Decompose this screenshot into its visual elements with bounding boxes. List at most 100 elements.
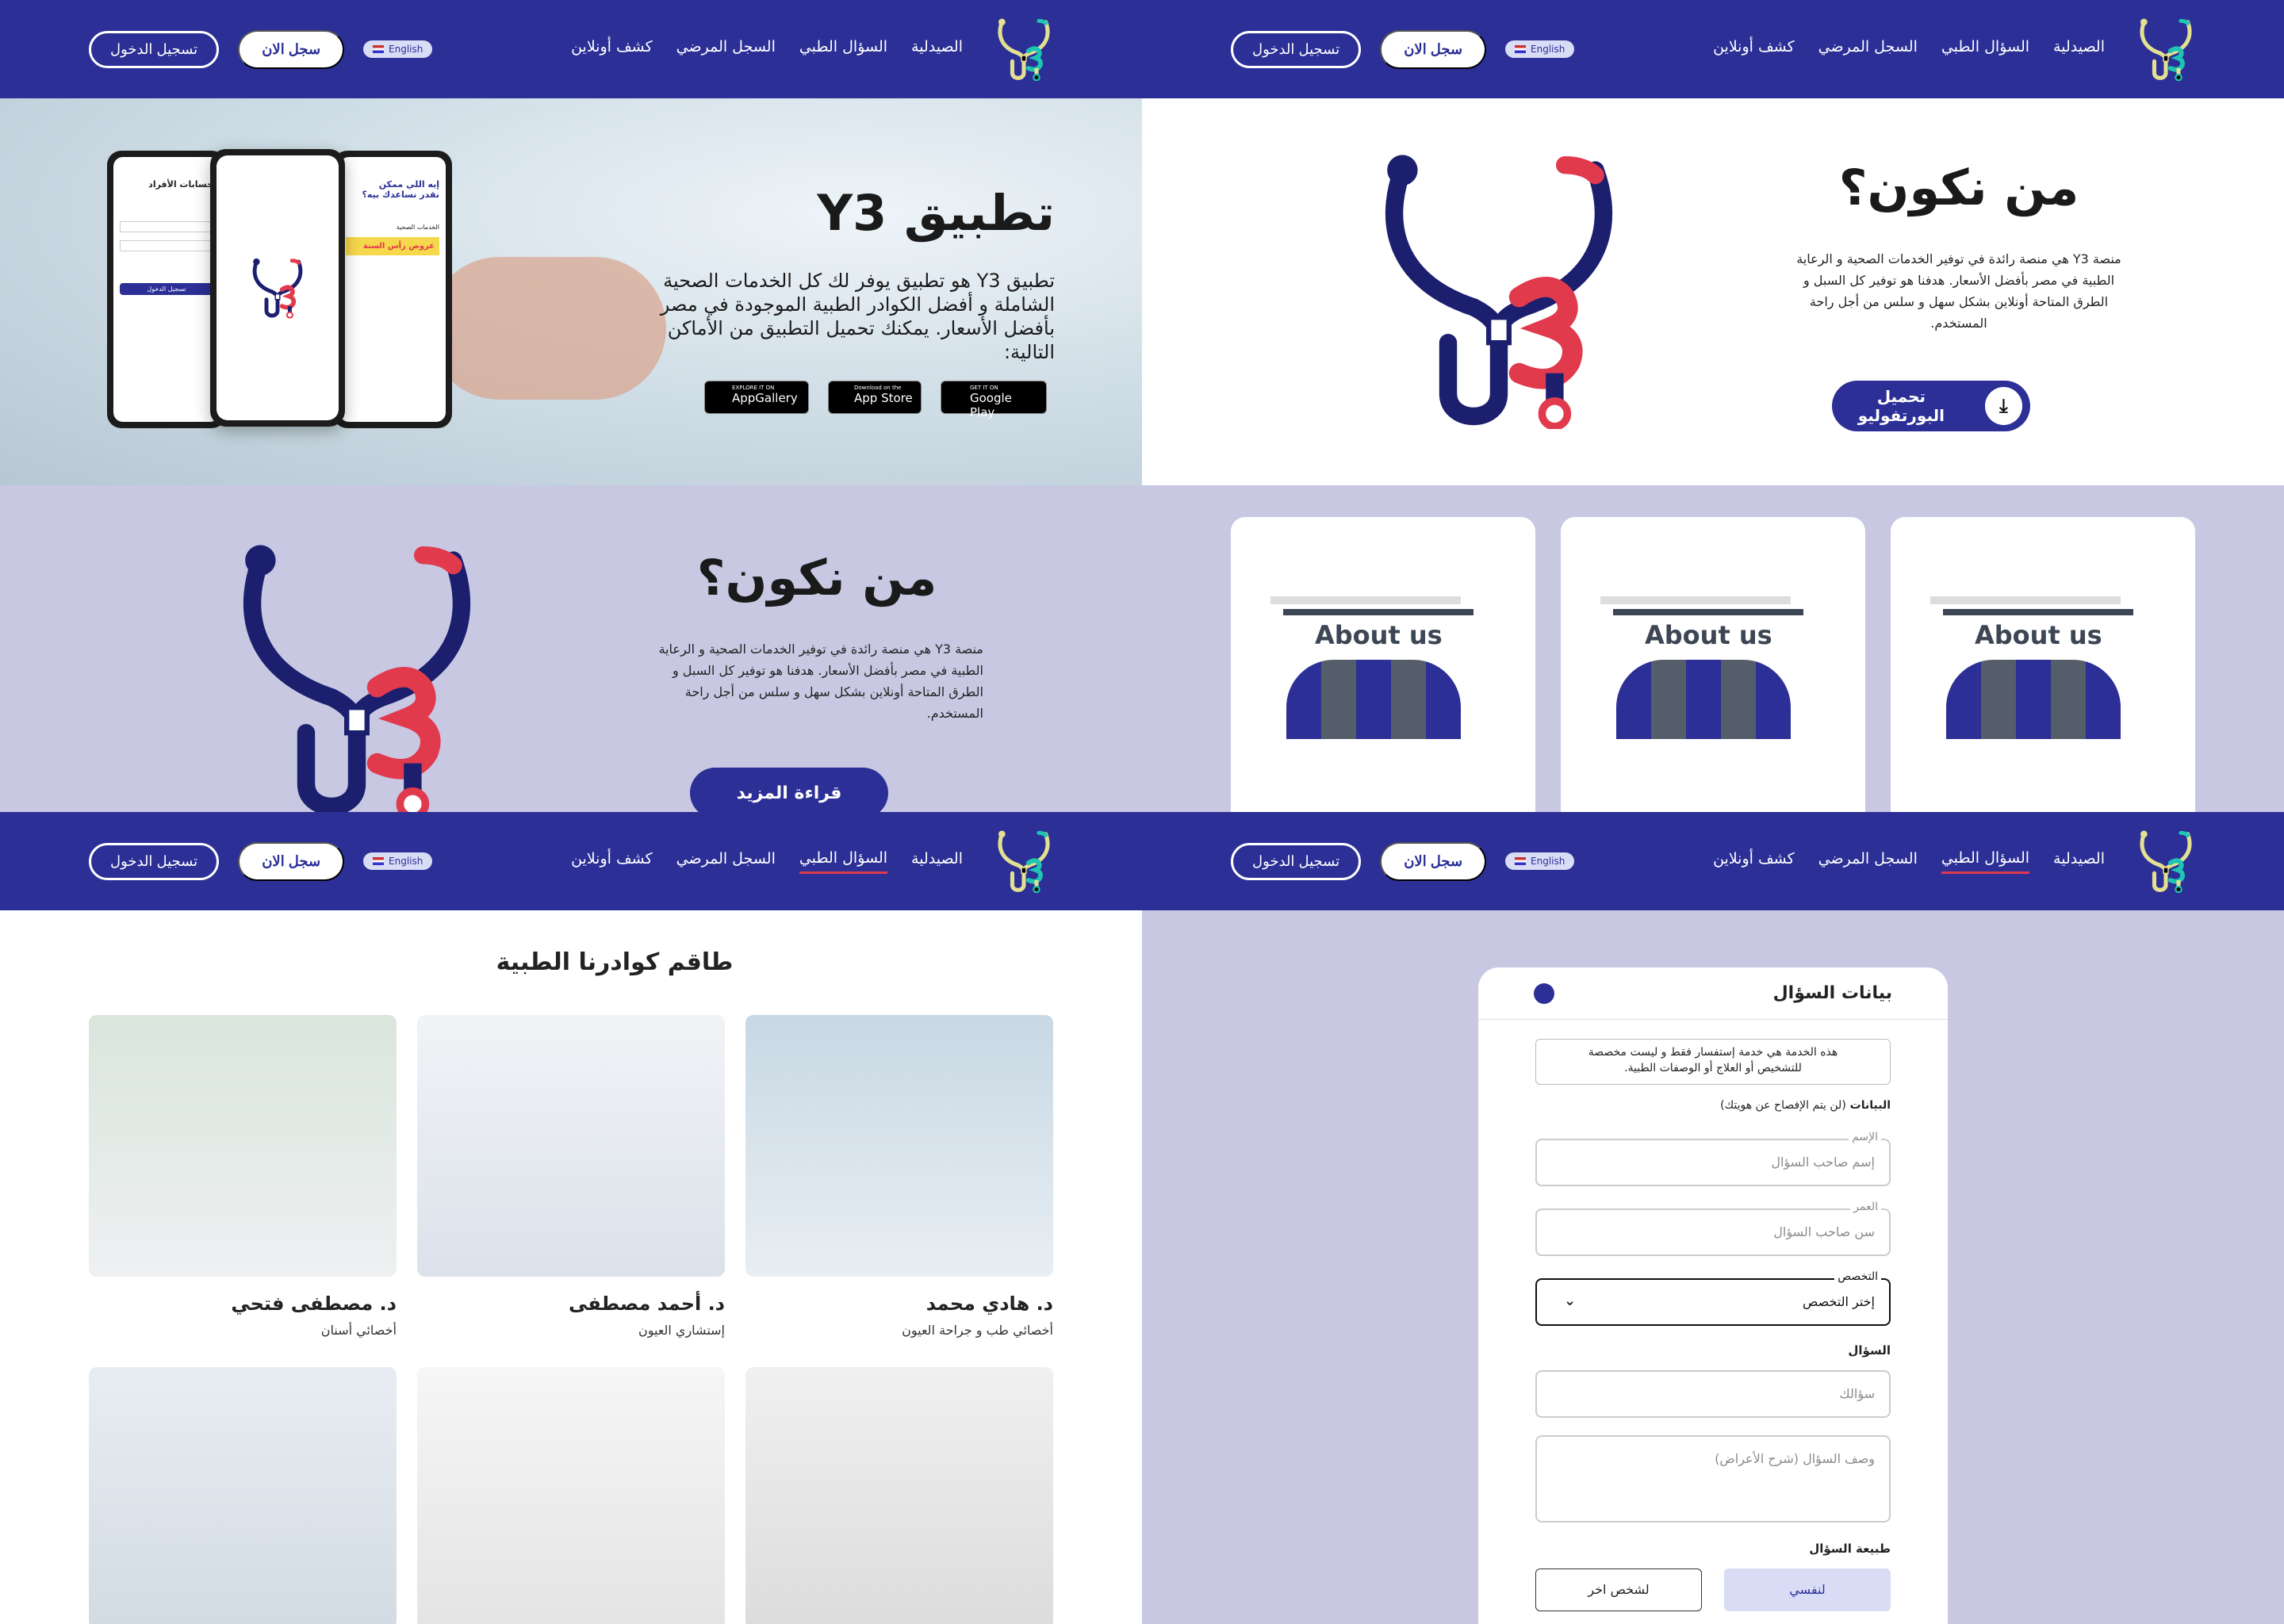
- chevron-down-icon: ⌄: [1564, 1293, 1577, 1309]
- about-card[interactable]: About us: [1231, 517, 1535, 812]
- phone-accounts-title: حسابات الأفراد: [148, 179, 213, 190]
- specialty-label: التخصص: [1834, 1270, 1881, 1283]
- googleplay-badge[interactable]: GET IT ON Google Play: [941, 381, 1047, 419]
- name-input[interactable]: إسم صاحب السؤال: [1535, 1139, 1891, 1186]
- login-button[interactable]: تسجيل الدخول: [1231, 842, 1362, 880]
- register-button[interactable]: سجل الان: [238, 29, 345, 69]
- nav-medical-record[interactable]: السجل المرضي: [1818, 850, 1918, 872]
- logo-icon[interactable]: [2136, 829, 2195, 893]
- option-self[interactable]: لنفسي: [1724, 1568, 1891, 1611]
- nav-online-checkup[interactable]: كشف أونلاين: [1713, 850, 1795, 872]
- nav-medical-record[interactable]: السجل المرضي: [676, 850, 776, 872]
- doctor-photo: [745, 1367, 1053, 1624]
- about-card-title: About us: [1315, 620, 1443, 650]
- doctor-card[interactable]: [89, 1367, 397, 1624]
- download-icon: ⤓: [1984, 387, 2022, 425]
- language-switch[interactable]: English: [1505, 40, 1575, 58]
- doctor-card[interactable]: [745, 1367, 1053, 1624]
- age-input[interactable]: سن صاحب السؤال: [1535, 1208, 1891, 1256]
- data-heading: البيانات (لن يتم الإفصاح عن هويتك): [1720, 1099, 1891, 1112]
- nav-medical-record[interactable]: السجل المرضي: [1818, 38, 1918, 60]
- about-title: من نكون؟: [696, 549, 937, 607]
- specialty-value: إختر التخصص: [1802, 1294, 1875, 1309]
- age-placeholder: سن صاحب السؤال: [1773, 1224, 1875, 1239]
- top-nav: تسجيل الدخول سجل الان English الصيدلية ا…: [1142, 812, 2284, 910]
- login-button[interactable]: تسجيل الدخول: [1231, 30, 1362, 68]
- doctor-name: د. هادي محمد: [925, 1293, 1053, 1315]
- logo-icon[interactable]: [994, 829, 1053, 893]
- phone-center: [210, 149, 345, 427]
- doctor-role: أخصائي أسنان: [320, 1323, 397, 1338]
- register-button[interactable]: سجل الان: [238, 841, 345, 881]
- phone-help-line2: نقدر نساعدك بيه؟: [362, 190, 439, 200]
- phone-promo-banner: عروض رأس السنة: [346, 237, 439, 255]
- nav-medical-record[interactable]: السجل المرضي: [676, 38, 776, 60]
- nav-pharmacy[interactable]: الصيدلية: [2053, 850, 2105, 872]
- top-nav: تسجيل الدخول سجل الان English الصيدلية ا…: [1142, 0, 2284, 98]
- nav-online-checkup[interactable]: كشف أونلاين: [1713, 38, 1795, 60]
- register-button[interactable]: سجل الان: [1380, 29, 1487, 69]
- language-switch[interactable]: English: [363, 852, 433, 870]
- appgallery-badge[interactable]: EXPLORE IT ON AppGallery: [704, 381, 809, 414]
- about-card[interactable]: About us: [1891, 517, 2195, 812]
- nav-pharmacy[interactable]: الصيدلية: [911, 38, 963, 60]
- nav-medical-question[interactable]: السؤال الطبي: [1941, 849, 2030, 874]
- age-label: العمر: [1850, 1201, 1881, 1213]
- doctor-photo: [89, 1015, 397, 1277]
- panel-question-form: تسجيل الدخول سجل الان English الصيدلية ا…: [1142, 812, 2284, 1624]
- nav-online-checkup[interactable]: كشف أونلاين: [571, 38, 653, 60]
- user-icon: [1534, 983, 1554, 1004]
- big-logo-icon: [1372, 143, 1626, 436]
- description-textarea[interactable]: وصف السؤال (شرح الأعراض): [1535, 1435, 1891, 1522]
- about-card-title: About us: [1975, 620, 2102, 650]
- appstore-big: App Store: [854, 391, 913, 405]
- read-more-button[interactable]: قراءة المزيد: [690, 768, 888, 812]
- language-switch[interactable]: English: [1505, 852, 1575, 870]
- doctor-card[interactable]: د. هادي محمد أخصائي طب و جراحة العيون: [745, 1015, 1053, 1338]
- doctor-card[interactable]: د. أحمد مصطفى إستشاري العيون: [417, 1015, 725, 1338]
- option-other[interactable]: لشخص اخر: [1535, 1568, 1702, 1611]
- question-form-card: بيانات السؤال هذه الخدمة هي خدمة إستفسار…: [1478, 967, 1948, 1624]
- doctor-card[interactable]: د. مصطفى فتحي أخصائي أسنان: [89, 1015, 397, 1338]
- about-illustration: About us: [1270, 596, 1473, 739]
- doctor-role: أخصائي طب و جراحة العيون: [902, 1323, 1053, 1338]
- question-heading: السؤال: [1848, 1343, 1891, 1358]
- doctor-name: د. أحمد مصطفى: [568, 1293, 725, 1315]
- doctor-name: د. مصطفى فتحي: [231, 1293, 397, 1315]
- panel-team: تسجيل الدخول سجل الان English الصيدلية ا…: [0, 812, 1142, 1624]
- appstore-badge[interactable]: Download on the App Store: [828, 381, 922, 414]
- nav-medical-question[interactable]: السؤال الطبي: [1941, 38, 2029, 60]
- googleplay-small: GET IT ON: [970, 385, 998, 391]
- specialty-select[interactable]: إختر التخصص ⌄: [1535, 1278, 1891, 1326]
- nav-pharmacy[interactable]: الصيدلية: [911, 850, 963, 872]
- download-portfolio-button[interactable]: تحميل البورتفوليو ⤓: [1832, 381, 2030, 431]
- nav-online-checkup[interactable]: كشف أونلاين: [571, 850, 653, 872]
- register-button[interactable]: سجل الان: [1380, 841, 1487, 881]
- nav-medical-question[interactable]: السؤال الطبي: [799, 849, 888, 874]
- appstore-small: Download on the: [854, 385, 902, 391]
- language-label: English: [389, 44, 423, 55]
- nav-medical-question[interactable]: السؤال الطبي: [799, 38, 887, 60]
- doctor-card[interactable]: [417, 1367, 725, 1624]
- nav-pharmacy[interactable]: الصيدلية: [2053, 38, 2105, 60]
- language-switch[interactable]: English: [363, 40, 433, 58]
- panel-app: تسجيل الدخول سجل الان English الصيدلية ا…: [0, 0, 1142, 485]
- question-placeholder: سؤالك: [1839, 1386, 1875, 1401]
- phone-help-line1: إيه اللي ممكن: [378, 179, 439, 190]
- phone-left: حسابات الأفراد تسجيل الدخول: [107, 151, 226, 428]
- phone-login-button: تسجيل الدخول: [120, 283, 213, 295]
- about-illustration: About us: [1600, 596, 1803, 739]
- flag-icon: [373, 45, 385, 53]
- about-description: منصة Y3 هي منصة رائدة في توفير الخدمات ا…: [658, 642, 983, 721]
- data-note: (لن يتم الإفصاح عن هويتك): [1720, 1099, 1846, 1112]
- service-notice: هذه الخدمة هي خدمة إستفسار فقط و ليست مخ…: [1535, 1039, 1891, 1085]
- logo-icon[interactable]: [994, 17, 1053, 81]
- about-card[interactable]: About us: [1561, 517, 1865, 812]
- flag-icon: [1515, 857, 1527, 865]
- question-input[interactable]: سؤالك: [1535, 1370, 1891, 1418]
- login-button[interactable]: تسجيل الدخول: [89, 30, 220, 68]
- flag-icon: [373, 857, 385, 865]
- logo-icon[interactable]: [2136, 17, 2195, 81]
- login-button[interactable]: تسجيل الدخول: [89, 842, 220, 880]
- doctor-photo: [89, 1367, 397, 1624]
